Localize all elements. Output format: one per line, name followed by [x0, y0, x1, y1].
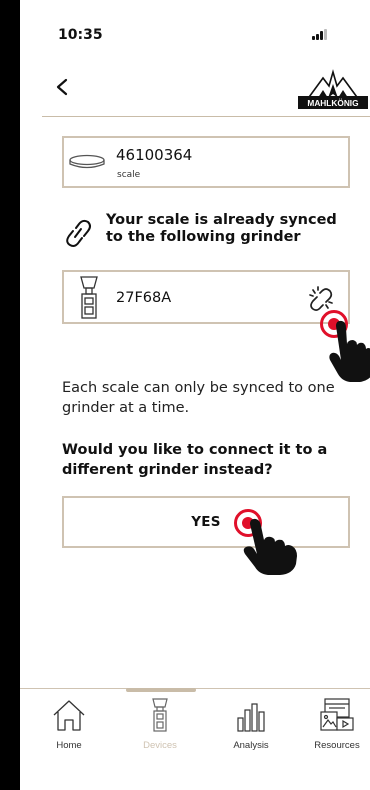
- nav-item-resources[interactable]: Resources: [302, 698, 370, 764]
- nav-label-resources: Resources: [314, 740, 360, 751]
- sync-message: Your scale is already synced to the foll…: [62, 212, 362, 252]
- scale-card: 46100364 scale: [62, 136, 350, 188]
- scale-icon: [69, 154, 105, 169]
- scale-id: 46100364: [116, 146, 193, 164]
- grinder-id: 27F68A: [116, 290, 172, 306]
- nav-item-devices[interactable]: Devices: [125, 698, 195, 764]
- app-screen: 10:35 MAHLKÖNIG 46100364 scale Your scal…: [20, 0, 370, 790]
- sync-line-2: to the following grinder: [106, 229, 301, 245]
- nav-item-analysis[interactable]: Analysis: [216, 698, 286, 764]
- hand-pointer-icon: [329, 320, 370, 382]
- nav-label-devices: Devices: [143, 740, 177, 751]
- yes-button[interactable]: YES: [62, 496, 350, 548]
- bar-chart-icon: [237, 703, 265, 732]
- unlink-icon[interactable]: [308, 286, 334, 312]
- info-text: Each scale can only be synced to one gri…: [62, 380, 335, 416]
- brand-logo: MAHLKÖNIG: [298, 64, 368, 110]
- nav-active-indicator: [126, 688, 196, 692]
- back-icon[interactable]: [52, 75, 74, 99]
- nav-item-home[interactable]: Home: [34, 698, 104, 764]
- hand-pointer-icon: [243, 518, 297, 575]
- scale-type-label: scale: [117, 170, 141, 180]
- grinder-icon: [80, 276, 98, 319]
- resources-icon: [320, 698, 354, 731]
- grinder-card: 27F68A: [62, 270, 350, 324]
- grinder-icon: [152, 698, 168, 732]
- brand-text: MAHLKÖNIG: [307, 98, 358, 108]
- nav-label-home: Home: [56, 740, 82, 751]
- sync-line-1: Your scale is already synced: [106, 212, 337, 228]
- link-icon: [66, 219, 91, 247]
- home-icon: [53, 700, 85, 731]
- header-divider: [42, 116, 370, 117]
- signal-icon: [312, 29, 328, 40]
- question-text: Would you like to connect it to a differ…: [62, 442, 328, 478]
- yes-button-label: YES: [191, 514, 221, 530]
- nav-label-analysis: Analysis: [233, 740, 269, 751]
- status-time: 10:35: [58, 27, 103, 43]
